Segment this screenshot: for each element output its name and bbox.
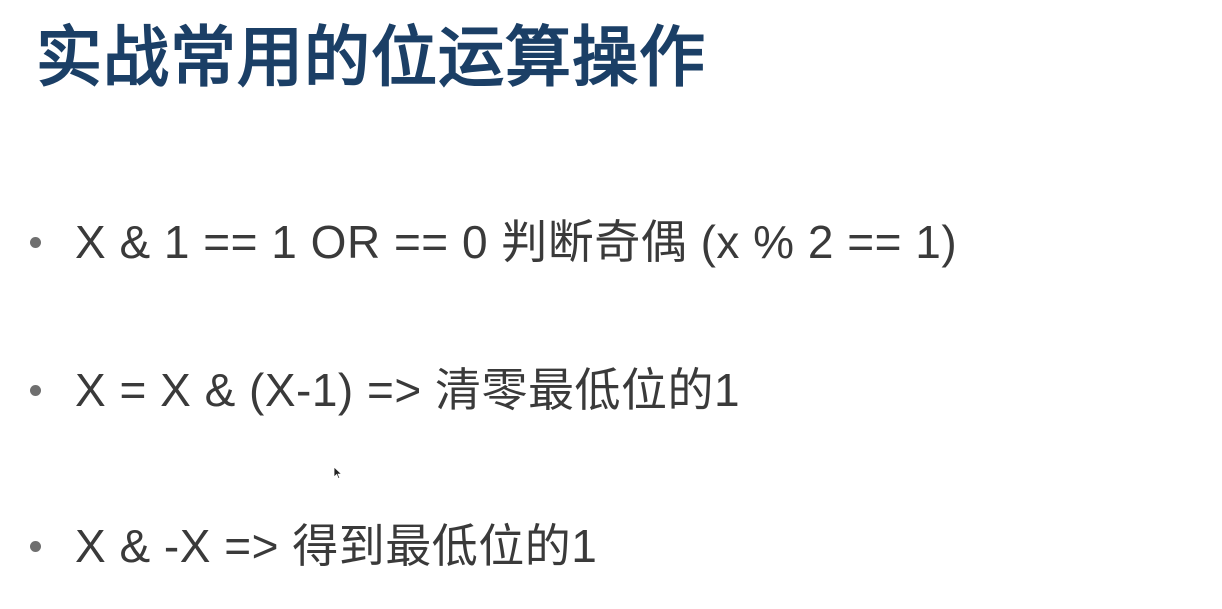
bullet-dot-icon — [30, 384, 41, 396]
slide-title: 实战常用的位运算操作 — [36, 19, 706, 96]
bullet-text: X = X & (X-1) => 清零最低位的1 — [75, 364, 741, 416]
bullet-text: X & 1 == 1 OR == 0 判断奇偶 (x % 2 == 1) — [75, 216, 958, 268]
bullet-item-get-lowest-bit: X & -X => 得到最低位的1 — [30, 516, 597, 576]
mouse-pointer-icon — [333, 466, 343, 480]
slide: 实战常用的位运算操作 X & 1 == 1 OR == 0 判断奇偶 (x % … — [0, 0, 1222, 609]
bullet-text: X & -X => 得到最低位的1 — [75, 520, 598, 572]
bullet-dot-icon — [30, 540, 41, 552]
bullet-item-odd-even: X & 1 == 1 OR == 0 判断奇偶 (x % 2 == 1) — [30, 212, 957, 272]
bullet-dot-icon — [30, 236, 41, 248]
bullet-item-clear-lowest-bit: X = X & (X-1) => 清零最低位的1 — [30, 360, 740, 420]
